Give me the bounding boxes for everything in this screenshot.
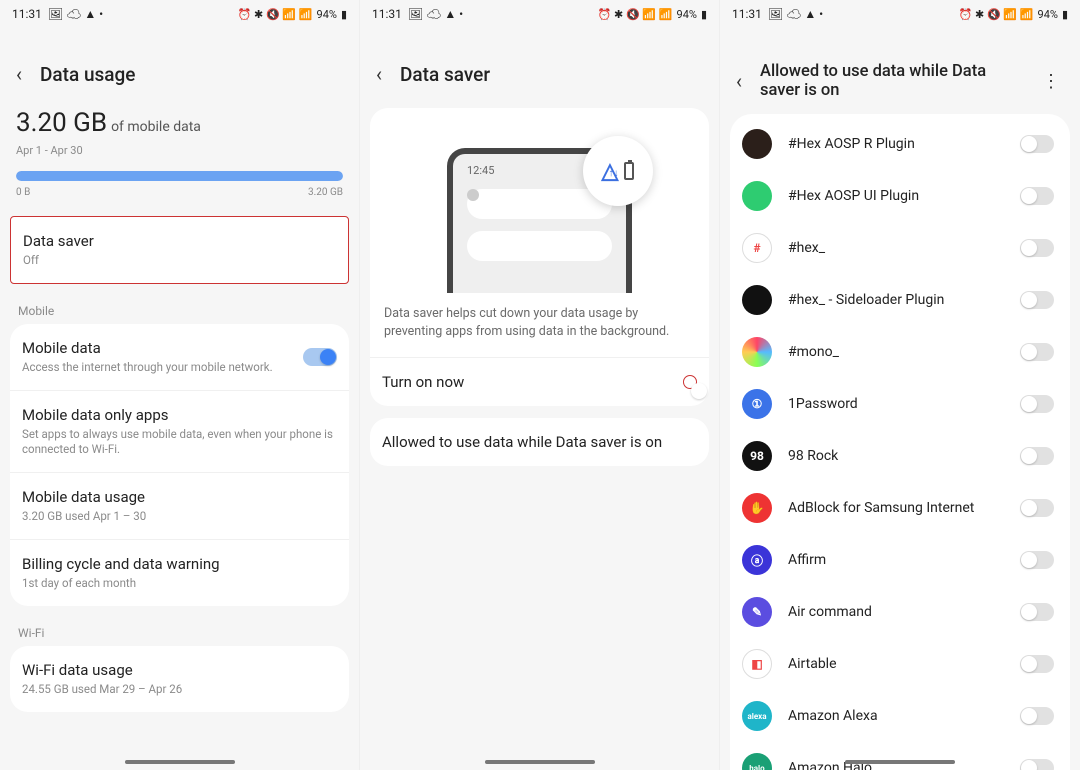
usage-progress — [16, 171, 343, 181]
page-title: Data saver — [400, 63, 490, 86]
wifi-data-usage-row[interactable]: Wi-Fi data usage 24.55 GB used Mar 29 – … — [10, 646, 349, 712]
app-toggle[interactable] — [1020, 135, 1054, 153]
battery-icon: ▮ — [341, 8, 347, 21]
home-indicator[interactable] — [845, 760, 955, 764]
app-icon — [742, 129, 772, 159]
app-icon: ✋ — [742, 493, 772, 523]
back-icon[interactable]: ‹ — [736, 69, 742, 93]
app-row[interactable]: ✋ AdBlock for Samsung Internet — [730, 482, 1070, 534]
app-list: #Hex AOSP R Plugin #Hex AOSP UI Plugin # #h… — [730, 114, 1070, 770]
usage-summary: 3.20 GBof mobile data Apr 1 - Apr 30 0 B… — [0, 108, 359, 216]
status-bar: 11:31 🖼 ☁ ▲ • ⏰ ✱ 🔇 📶 📶 94% ▮ — [0, 0, 359, 28]
app-icon: # — [742, 233, 772, 263]
data-saver-description: Data saver helps cut down your data usag… — [370, 293, 709, 357]
status-left-icons: 🖼 ☁ ▲ • — [48, 7, 103, 21]
status-bar: 11:31🖼 ☁ ▲ • ⏰ ✱ 🔇 📶 📶94%▮ — [360, 0, 719, 28]
app-toggle[interactable] — [1020, 551, 1054, 569]
app-toggle[interactable] — [1020, 343, 1054, 361]
app-icon: 98 — [742, 441, 772, 471]
status-time: 11:31 — [12, 7, 42, 21]
app-toggle[interactable] — [1020, 395, 1054, 413]
usage-label: of mobile data — [111, 119, 201, 135]
app-icon: ⓐ — [742, 545, 772, 575]
app-toggle[interactable] — [1020, 447, 1054, 465]
app-name-label: 1Password — [788, 396, 1004, 412]
progress-min: 0 B — [16, 187, 30, 198]
illustration: 12:45 △↑↓ — [370, 108, 709, 293]
page-title: Allowed to use data while Data saver is … — [760, 62, 1024, 100]
app-icon: ① — [742, 389, 772, 419]
app-name-label: Affirm — [788, 552, 1004, 568]
app-icon: halo — [742, 753, 772, 770]
app-name-label: #mono_ — [788, 344, 1004, 360]
app-row[interactable]: #mono_ — [730, 326, 1070, 378]
app-name-label: Amazon Alexa — [788, 708, 1004, 724]
allowed-apps-screen: 11:31🖼 ☁ ▲ • ⏰ ✱ 🔇 📶 📶94%▮ ‹ Allowed to … — [720, 0, 1080, 770]
more-icon[interactable]: ⋮ — [1042, 71, 1064, 92]
home-indicator[interactable] — [485, 760, 595, 764]
app-toggle[interactable] — [1020, 239, 1054, 257]
turn-on-now-row[interactable]: Turn on now — [370, 357, 709, 406]
status-bar: 11:31🖼 ☁ ▲ • ⏰ ✱ 🔇 📶 📶94%▮ — [720, 0, 1080, 28]
data-saver-status: Off — [23, 253, 336, 268]
app-row[interactable]: 98 98 Rock — [730, 430, 1070, 482]
mobile-data-only-apps-row[interactable]: Mobile data only apps Set apps to always… — [10, 390, 349, 472]
app-name-label: 98 Rock — [788, 448, 1004, 464]
app-toggle[interactable] — [1020, 707, 1054, 725]
back-icon[interactable]: ‹ — [16, 62, 22, 86]
app-icon: alexa — [742, 701, 772, 731]
app-row[interactable]: ⓐ Affirm — [730, 534, 1070, 586]
app-toggle[interactable] — [1020, 499, 1054, 517]
app-row[interactable]: ◧ Airtable — [730, 638, 1070, 690]
status-right-icons: ⏰ ✱ 🔇 📶 📶 — [238, 8, 313, 21]
app-row[interactable]: #hex_ - Sideloader Plugin — [730, 274, 1070, 326]
data-saver-title: Data saver — [23, 232, 336, 250]
app-icon: ◧ — [742, 649, 772, 679]
data-usage-screen: 11:31🖼 ☁ ▲ • ⏰ ✱ 🔇 📶 📶94%▮ ‹ Data usage … — [0, 0, 360, 770]
status-battery: 94% — [317, 8, 337, 21]
app-row[interactable]: # #hex_ — [730, 222, 1070, 274]
app-icon: ✎ — [742, 597, 772, 627]
app-toggle[interactable] — [1020, 187, 1054, 205]
page-title: Data usage — [40, 63, 135, 86]
app-toggle[interactable] — [1020, 759, 1054, 770]
progress-max: 3.20 GB — [308, 187, 343, 198]
app-row[interactable]: #Hex AOSP UI Plugin — [730, 170, 1070, 222]
home-indicator[interactable] — [125, 760, 235, 764]
data-saver-screen: 11:31🖼 ☁ ▲ • ⏰ ✱ 🔇 📶 📶94%▮ ‹ Data saver … — [360, 0, 720, 770]
app-name-label: Air command — [788, 604, 1004, 620]
data-saver-row[interactable]: Data saver Off — [11, 217, 348, 283]
app-icon — [742, 285, 772, 315]
app-toggle[interactable] — [1020, 291, 1054, 309]
usage-amount: 3.20 GB — [16, 108, 107, 138]
app-toggle[interactable] — [1020, 603, 1054, 621]
app-row[interactable]: haloAmazon Halo — [730, 742, 1070, 770]
back-icon[interactable]: ‹ — [376, 62, 382, 86]
mobile-data-toggle[interactable] — [303, 348, 337, 366]
data-saver-icon: △↑↓ — [583, 136, 653, 206]
app-name-label: #hex_ — [788, 240, 1004, 256]
usage-period: Apr 1 - Apr 30 — [16, 144, 343, 157]
app-row[interactable]: ① 1Password — [730, 378, 1070, 430]
section-mobile: Mobile — [0, 296, 359, 324]
app-name-label: Airtable — [788, 656, 1004, 672]
app-row[interactable]: ✎ Air command — [730, 586, 1070, 638]
app-row[interactable]: #Hex AOSP R Plugin — [730, 118, 1070, 170]
app-name-label: #hex_ - Sideloader Plugin — [788, 292, 1004, 308]
app-toggle[interactable] — [1020, 655, 1054, 673]
app-name-label: #Hex AOSP R Plugin — [788, 136, 1004, 152]
allowed-apps-row[interactable]: Allowed to use data while Data saver is … — [370, 418, 709, 466]
billing-cycle-row[interactable]: Billing cycle and data warning 1st day o… — [10, 539, 349, 606]
section-wifi: Wi-Fi — [0, 618, 359, 646]
mobile-data-row[interactable]: Mobile data Access the internet through … — [10, 324, 349, 390]
mobile-data-usage-row[interactable]: Mobile data usage 3.20 GB used Apr 1 – 3… — [10, 472, 349, 539]
app-row[interactable]: alexa Amazon Alexa — [730, 690, 1070, 742]
app-name-label: AdBlock for Samsung Internet — [788, 500, 1004, 516]
app-name-label: #Hex AOSP UI Plugin — [788, 188, 1004, 204]
app-icon — [742, 337, 772, 367]
app-icon — [742, 181, 772, 211]
